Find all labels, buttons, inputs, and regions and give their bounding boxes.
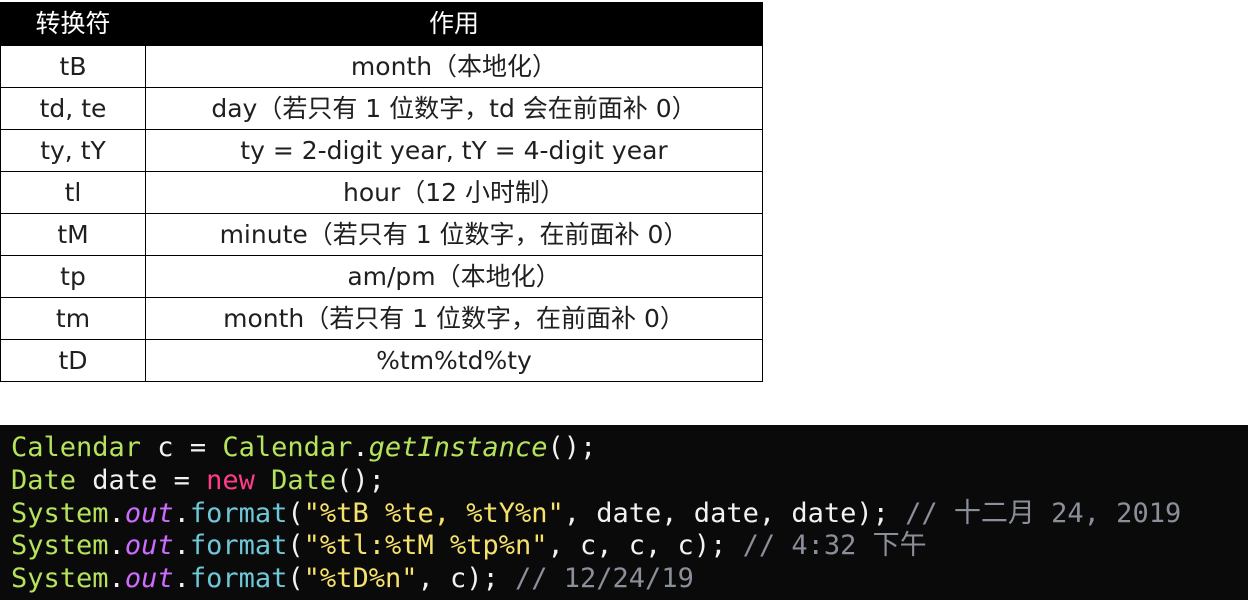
purpose-cell: am/pm（本地化） — [145, 255, 763, 298]
table-row: td, te day（若只有 1 位数字，td 会在前面补 0） — [0, 87, 763, 130]
purpose-cell: %tm%td%ty — [145, 339, 763, 382]
page: 转换符 作用 tB month（本地化） td, te day（若只有 1 位数… — [0, 0, 1248, 600]
code-token: ( — [287, 530, 304, 562]
purpose-cell: ty = 2-digit year, tY = 4-digit year — [145, 129, 763, 172]
column-header-specifier: 转换符 — [0, 2, 146, 46]
code-token: . — [108, 563, 125, 595]
table-row: tB month（本地化） — [0, 45, 763, 88]
code-token: getInstance — [368, 432, 548, 463]
specifier-cell: ty, tY — [0, 129, 146, 172]
code-token: format — [189, 563, 288, 595]
code-token: . — [173, 497, 190, 529]
code-line: System.out.format("%tD%n", c); // 12/24/… — [11, 563, 1248, 596]
table-row: tM minute（若只有 1 位数字，在前面补 0） — [0, 213, 763, 256]
code-token: . — [352, 432, 369, 463]
table-header-row: 转换符 作用 — [0, 2, 763, 46]
column-header-purpose: 作用 — [145, 2, 763, 46]
code-token: "%tl:%tM %tp%n" — [303, 530, 548, 562]
code-token: out — [124, 497, 174, 529]
code-line: System.out.format("%tl:%tM %tp%n", c, c,… — [11, 530, 1248, 563]
purpose-cell: month（本地化） — [145, 45, 763, 88]
table-row: ty, tY ty = 2-digit year, tY = 4-digit y… — [0, 129, 763, 172]
code-comment: // 4:32 下午 — [742, 530, 927, 562]
purpose-cell: day（若只有 1 位数字，td 会在前面补 0） — [145, 87, 763, 130]
code-token: System — [11, 497, 109, 529]
code-token: out — [124, 563, 174, 595]
code-token: Date — [271, 464, 337, 496]
specifier-cell: tM — [0, 213, 146, 256]
code-token: "%tD%n" — [303, 563, 418, 595]
code-token: . — [108, 530, 125, 562]
code-token: (); — [547, 432, 597, 463]
code-token: date = — [76, 464, 207, 496]
code-token: . — [108, 497, 125, 529]
code-token: . — [173, 530, 190, 562]
code-token: . — [173, 563, 190, 595]
table-row: tl hour（12 小时制） — [0, 171, 763, 214]
table-row: tD %tm%td%ty — [0, 339, 763, 382]
code-token: System — [11, 563, 109, 595]
code-token: format — [189, 530, 288, 562]
code-token: ( — [287, 563, 304, 595]
purpose-cell: minute（若只有 1 位数字，在前面补 0） — [145, 213, 763, 256]
specifier-cell: tp — [0, 255, 146, 298]
code-token: Date — [11, 464, 77, 496]
code-token: Calendar — [222, 432, 353, 463]
code-token: "%tB %te, %tY%n" — [303, 497, 564, 529]
specifier-cell: tl — [0, 171, 146, 214]
table-row: tm month（若只有 1 位数字，在前面补 0） — [0, 297, 763, 340]
specifier-cell: td, te — [0, 87, 146, 130]
code-token: (); — [336, 464, 385, 496]
code-token: , c, c, c); — [547, 530, 743, 562]
code-token: , c); — [417, 563, 516, 595]
code-token: , date, date, date); — [563, 497, 906, 529]
code-token: System — [11, 530, 109, 562]
specifier-cell: tB — [0, 45, 146, 88]
purpose-cell: hour（12 小时制） — [145, 171, 763, 214]
code-token: Calendar — [11, 432, 142, 463]
code-token: new — [206, 464, 255, 496]
specifier-cell: tD — [0, 339, 146, 382]
format-specifier-table: 转换符 作用 tB month（本地化） td, te day（若只有 1 位数… — [0, 2, 763, 382]
code-token: c = — [141, 432, 223, 463]
code-comment: // 十二月 24, 2019 — [905, 497, 1182, 529]
code-token: out — [124, 530, 174, 562]
table-row: tp am/pm（本地化） — [0, 255, 763, 298]
specifier-cell: tm — [0, 297, 146, 340]
code-line: Calendar c = Calendar.getInstance(); — [11, 432, 1248, 465]
code-line: Date date = new Date(); — [11, 465, 1248, 498]
code-block: Calendar c = Calendar.getInstance(); Date… — [0, 425, 1248, 600]
code-line: System.out.format("%tB %te, %tY%n", date… — [11, 498, 1248, 531]
purpose-cell: month（若只有 1 位数字，在前面补 0） — [145, 297, 763, 340]
code-token: ( — [287, 497, 304, 529]
code-token: format — [189, 497, 288, 529]
code-comment: // 12/24/19 — [515, 563, 694, 595]
